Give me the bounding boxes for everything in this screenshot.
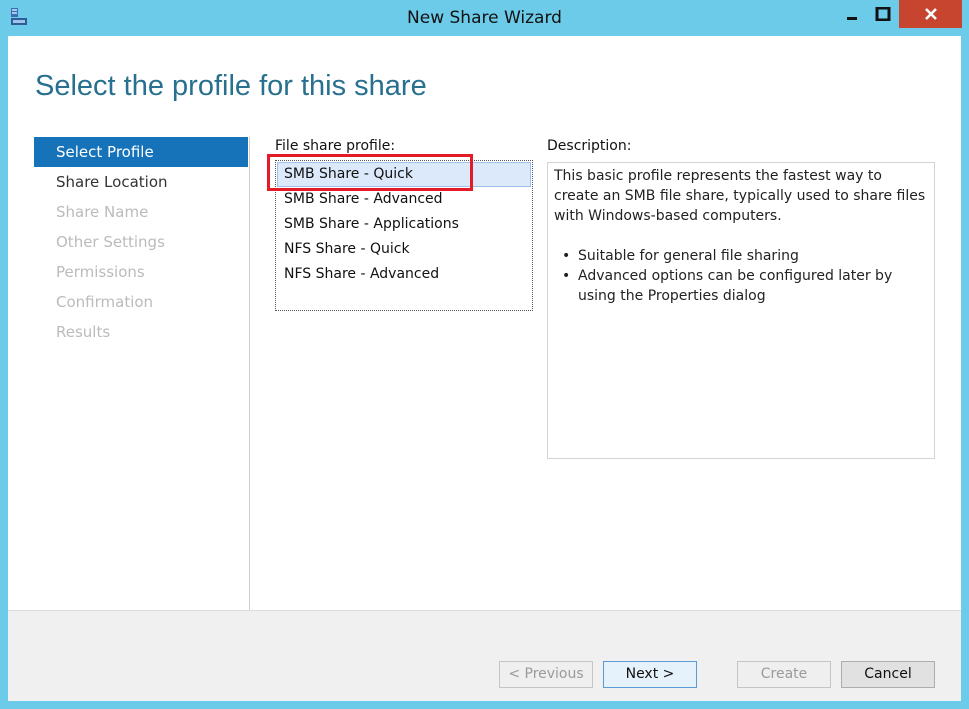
description-label: Description: [547, 138, 632, 154]
previous-button[interactable]: < Previous [499, 661, 593, 688]
create-button[interactable]: Create [737, 661, 831, 688]
description-bullet: • Advanced options can be configured late… [562, 266, 928, 306]
wizard-content: Select the profile for this share Select… [8, 36, 961, 701]
title-bar[interactable]: New Share Wizard [0, 0, 969, 36]
selection-highlight-annotation [267, 154, 473, 191]
profile-list-label: File share profile: [275, 138, 396, 154]
description-panel: This basic profile represents the fastes… [547, 162, 935, 459]
profile-smb-applications[interactable]: SMB Share - Applications [277, 212, 531, 237]
step-confirmation: Confirmation [56, 293, 154, 311]
close-icon [924, 8, 937, 20]
bullet-icon: • [562, 268, 571, 284]
window-title: New Share Wizard [407, 8, 562, 28]
step-permissions: Permissions [56, 263, 145, 281]
step-navigation: Select Profile Share Location Share Name… [34, 137, 248, 347]
button-bar: < Previous Next > Create Cancel [8, 610, 961, 701]
bullet-text: Suitable for general file sharing [578, 248, 799, 264]
step-share-location[interactable]: Share Location [34, 167, 248, 197]
bullet-text: Advanced options can be configured later… [578, 268, 893, 304]
close-button[interactable] [899, 0, 962, 28]
next-button[interactable]: Next > [603, 661, 697, 688]
description-bullets: • Suitable for general file sharing • Adva… [554, 246, 928, 306]
bullet-icon: • [562, 248, 571, 264]
minimize-icon [847, 17, 857, 20]
step-share-name: Share Name [56, 203, 149, 221]
profile-nfs-quick[interactable]: NFS Share - Quick [277, 237, 531, 262]
description-bullet: • Suitable for general file sharing [562, 246, 928, 266]
wizard-window: New Share Wizard Select the profile for … [0, 0, 969, 709]
steps-divider [249, 137, 250, 622]
profile-nfs-advanced[interactable]: NFS Share - Advanced [277, 262, 531, 287]
description-text: This basic profile represents the fastes… [554, 168, 926, 224]
page-title: Select the profile for this share [35, 70, 427, 102]
step-select-profile[interactable]: Select Profile [34, 137, 248, 167]
step-other-settings: Other Settings [56, 233, 165, 251]
maximize-icon [875, 7, 891, 21]
step-results: Results [56, 323, 111, 341]
maximize-button[interactable] [868, 0, 898, 28]
minimize-button[interactable] [837, 0, 867, 28]
cancel-button[interactable]: Cancel [841, 661, 935, 688]
